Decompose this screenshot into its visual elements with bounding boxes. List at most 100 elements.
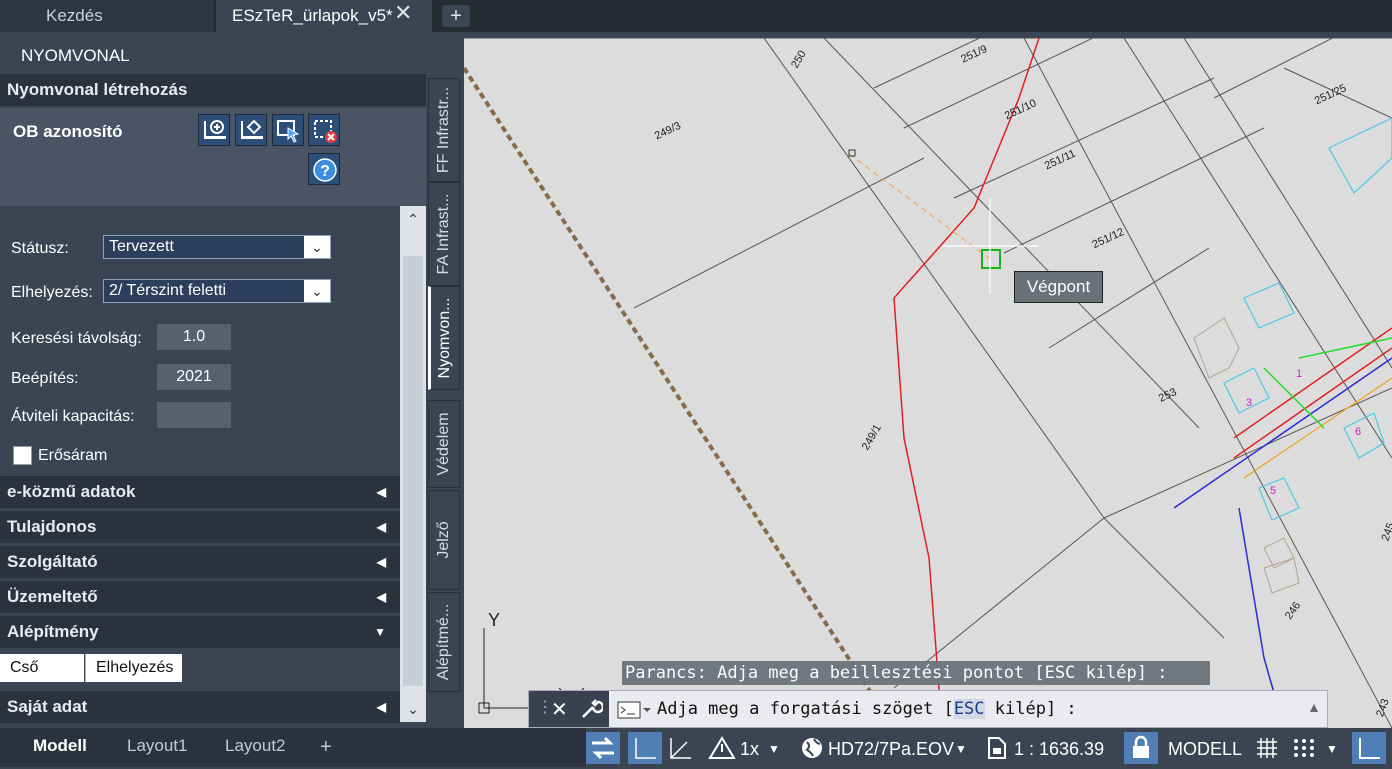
annotation-scale[interactable]: 1x bbox=[740, 734, 759, 764]
delete-selection-icon bbox=[314, 120, 337, 143]
panel-title: NYOMVONAL bbox=[0, 38, 426, 74]
command-line[interactable]: ⋮ ✕ Adja meg a forgatási szöget [ESC kil… bbox=[528, 690, 1328, 728]
placement-select[interactable]: 2/ Térszint feletti ⌄ bbox=[103, 279, 331, 303]
section-label: Tulajdonos bbox=[7, 517, 97, 536]
drawing-scale[interactable]: 1 : 1636.39 bbox=[1014, 734, 1104, 764]
help-button[interactable]: ? bbox=[308, 153, 340, 185]
lock-ui-toggle[interactable] bbox=[1124, 732, 1158, 764]
parcel-label: 6 bbox=[1355, 426, 1361, 438]
section-owner[interactable]: Tulajdonos ◀ bbox=[0, 511, 400, 543]
caret-down-icon: ▼ bbox=[374, 625, 386, 639]
parcel-label: 249/1 bbox=[860, 422, 884, 452]
section-create[interactable]: Nyomvonal létrehozás bbox=[0, 74, 426, 106]
vtab-vedelem[interactable]: Védelem bbox=[428, 400, 460, 488]
status-select[interactable]: Tervezett ⌄ bbox=[103, 235, 331, 259]
parcel-label: 251/9 bbox=[959, 43, 989, 66]
select-object-button[interactable] bbox=[272, 114, 304, 146]
parcel-label: 1 bbox=[1296, 368, 1302, 380]
wrench-icon[interactable] bbox=[579, 697, 603, 721]
grid-icon[interactable] bbox=[1255, 736, 1279, 760]
coordinate-system[interactable]: HD72/7Pa.EOV bbox=[828, 734, 954, 764]
snap-icon[interactable] bbox=[1292, 736, 1316, 760]
vtab-nyomvonal[interactable]: Nyomvon... bbox=[428, 286, 460, 390]
close-tab-icon[interactable]: ✕ bbox=[394, 0, 412, 26]
lock-icon bbox=[1133, 735, 1149, 758]
polar-toggle[interactable] bbox=[665, 732, 699, 764]
scroll-down-icon[interactable]: ⌄ bbox=[400, 696, 426, 722]
chevron-down-icon[interactable]: ▼ bbox=[955, 734, 967, 764]
space-indicator[interactable]: MODELL bbox=[1168, 734, 1242, 764]
esc-option[interactable]: ESC bbox=[953, 699, 985, 719]
section-label: Üzemeltető bbox=[7, 587, 98, 606]
search-distance-input[interactable]: 1.0 bbox=[157, 324, 231, 350]
vertical-tab-strip: FF Infrastr... FA Infrast... Nyomvon... … bbox=[428, 78, 460, 692]
placement-value: 2/ Térszint feletti bbox=[109, 282, 227, 299]
layout-tab-layout1[interactable]: Layout1 bbox=[127, 736, 188, 756]
section-label: Szolgáltató bbox=[7, 552, 98, 571]
vtab-label: Alépítmé... bbox=[435, 603, 452, 681]
svg-text:?: ? bbox=[320, 163, 330, 180]
power-label: Erősáram bbox=[38, 447, 108, 464]
ob-label: OB azonosító bbox=[13, 122, 123, 141]
vtab-label: Nyomvon... bbox=[436, 297, 453, 379]
section-label: Saját adat bbox=[7, 697, 88, 716]
command-history: Parancs: Adja meg a beillesztési pontot … bbox=[622, 661, 1210, 685]
ucs-y-label: Y bbox=[488, 610, 500, 630]
section-provider[interactable]: Szolgáltató ◀ bbox=[0, 546, 400, 578]
subtab-pipe[interactable]: Cső bbox=[0, 654, 84, 682]
panel-scrollbar[interactable]: ⌃ ⌄ bbox=[400, 206, 426, 722]
close-icon[interactable]: ✕ bbox=[551, 697, 568, 722]
power-checkbox[interactable] bbox=[13, 446, 32, 465]
delete-selection-button[interactable] bbox=[308, 114, 340, 146]
model-paper-toggle[interactable] bbox=[586, 732, 620, 764]
vtab-jelzo[interactable]: Jelző bbox=[428, 490, 460, 590]
placement-label: Elhelyezés: bbox=[11, 284, 93, 301]
section-label: e-közmű adatok bbox=[7, 482, 136, 501]
parcel-label: 249/3 bbox=[653, 120, 683, 143]
section-substructure[interactable]: Alépítmény ▼ bbox=[0, 616, 400, 648]
subtab-placement[interactable]: Elhelyezés bbox=[85, 654, 182, 682]
search-distance-label: Keresési távolság: bbox=[11, 330, 142, 347]
section-operator[interactable]: Üzemeltető ◀ bbox=[0, 581, 400, 613]
scroll-thumb[interactable] bbox=[403, 256, 423, 686]
command-history-toggle-icon[interactable]: ▲ bbox=[1307, 699, 1321, 715]
vtab-alepitmeny[interactable]: Alépítmé... bbox=[428, 592, 460, 692]
caret-left-icon: ◀ bbox=[376, 555, 386, 569]
globe-icon[interactable] bbox=[800, 736, 824, 760]
infer-constraints-toggle[interactable] bbox=[1352, 732, 1386, 764]
vtab-label: Jelző bbox=[435, 521, 452, 559]
section-own-data[interactable]: Saját adat ◀ bbox=[0, 691, 400, 723]
vtab-label: Védelem bbox=[435, 412, 452, 476]
caret-left-icon: ◀ bbox=[376, 590, 386, 604]
add-tab-button[interactable]: + bbox=[442, 5, 470, 27]
parcel-label: 246 bbox=[1283, 600, 1303, 622]
vtab-label: FA Infrast... bbox=[435, 193, 452, 275]
page-scale-icon[interactable] bbox=[986, 736, 1008, 760]
parcel-label: 5 bbox=[1270, 485, 1276, 497]
endpoint-tooltip: Végpont bbox=[1014, 271, 1103, 303]
vtab-ff-infra[interactable]: FF Infrastr... bbox=[428, 78, 460, 182]
capacity-input[interactable] bbox=[157, 402, 231, 428]
annotation-scale-icon[interactable] bbox=[708, 736, 736, 760]
caret-left-icon: ◀ bbox=[376, 485, 386, 499]
chevron-down-icon[interactable]: ▼ bbox=[1326, 734, 1338, 764]
layout-tab-model[interactable]: Modell bbox=[33, 736, 87, 756]
vtab-fa-infra[interactable]: FA Infrast... bbox=[428, 182, 460, 286]
command-prompt-part: kilép] : bbox=[984, 699, 1077, 719]
pick-route-button[interactable] bbox=[235, 114, 267, 146]
add-route-button[interactable] bbox=[198, 114, 230, 146]
build-year-input[interactable]: 2021 bbox=[157, 364, 231, 390]
command-prompt-icon[interactable] bbox=[617, 701, 651, 719]
section-eutility[interactable]: e-közmű adatok ◀ bbox=[0, 476, 400, 508]
scroll-up-icon[interactable]: ⌃ bbox=[400, 206, 426, 232]
chevron-down-icon: ⌄ bbox=[304, 236, 330, 258]
tab-home[interactable]: Kezdés bbox=[0, 0, 214, 32]
drawing-canvas[interactable]: 250 251/9 251/10 251/11 251/12 251/25 24… bbox=[464, 38, 1392, 728]
chevron-down-icon[interactable]: ▼ bbox=[768, 734, 780, 764]
add-layout-button[interactable]: + bbox=[320, 736, 332, 759]
section-create-label: Nyomvonal létrehozás bbox=[7, 80, 188, 99]
status-value: Tervezett bbox=[109, 238, 174, 255]
ortho-toggle[interactable] bbox=[628, 732, 662, 764]
layout-tab-layout2[interactable]: Layout2 bbox=[225, 736, 286, 756]
document-tab-bar: Kezdés ESzTeR_ürlapok_v5* ✕ + bbox=[0, 0, 1392, 32]
